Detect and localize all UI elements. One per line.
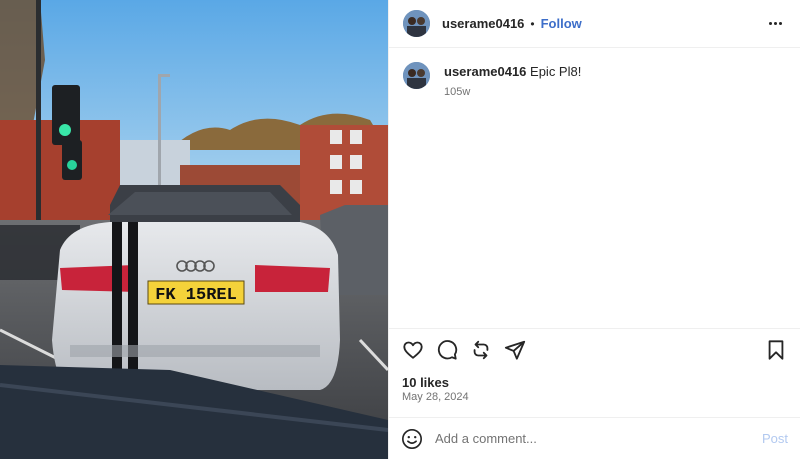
license-plate-text: FK 15REL <box>155 286 237 305</box>
avatar[interactable] <box>403 10 430 37</box>
caption: userame0416 Epic Pl8! 105w <box>403 62 786 100</box>
action-bar <box>389 329 800 371</box>
caption-timestamp[interactable]: 105w <box>444 86 470 98</box>
heart-icon[interactable] <box>401 338 425 362</box>
instagram-post: FK 15REL userame0416 • Follow userame041… <box>0 0 800 459</box>
caption-text: Epic Pl8! <box>530 64 582 79</box>
comment-box: Post <box>389 417 800 459</box>
repost-icon[interactable] <box>469 338 493 362</box>
avatar-image <box>403 62 430 89</box>
send-icon[interactable] <box>503 338 527 362</box>
caption-body: userame0416 Epic Pl8! 105w <box>444 62 581 100</box>
comment-input[interactable] <box>435 431 762 446</box>
car-photo: FK 15REL <box>0 0 388 459</box>
smiley-icon[interactable] <box>401 428 423 450</box>
likes-count[interactable]: 10 likes <box>389 371 800 390</box>
separator-dot: • <box>530 16 535 31</box>
post-date: May 28, 2024 <box>402 391 469 403</box>
avatar-image <box>403 10 430 37</box>
bookmark-icon[interactable] <box>764 338 788 362</box>
post-comment-button[interactable]: Post <box>762 431 788 446</box>
post-side-panel: userame0416 • Follow userame0416 Epic Pl… <box>388 0 800 459</box>
more-options-icon[interactable] <box>765 18 786 29</box>
post-header: userame0416 • Follow <box>389 0 800 48</box>
comments-section: userame0416 Epic Pl8! 105w <box>389 48 800 329</box>
username-link[interactable]: userame0416 <box>442 16 524 31</box>
post-photo[interactable]: FK 15REL <box>0 0 388 459</box>
caption-line: userame0416 Epic Pl8! <box>444 63 581 80</box>
caption-username[interactable]: userame0416 <box>444 64 526 79</box>
caption-avatar[interactable] <box>403 62 430 89</box>
comment-bubble-icon[interactable] <box>435 338 459 362</box>
follow-button[interactable]: Follow <box>541 16 582 31</box>
